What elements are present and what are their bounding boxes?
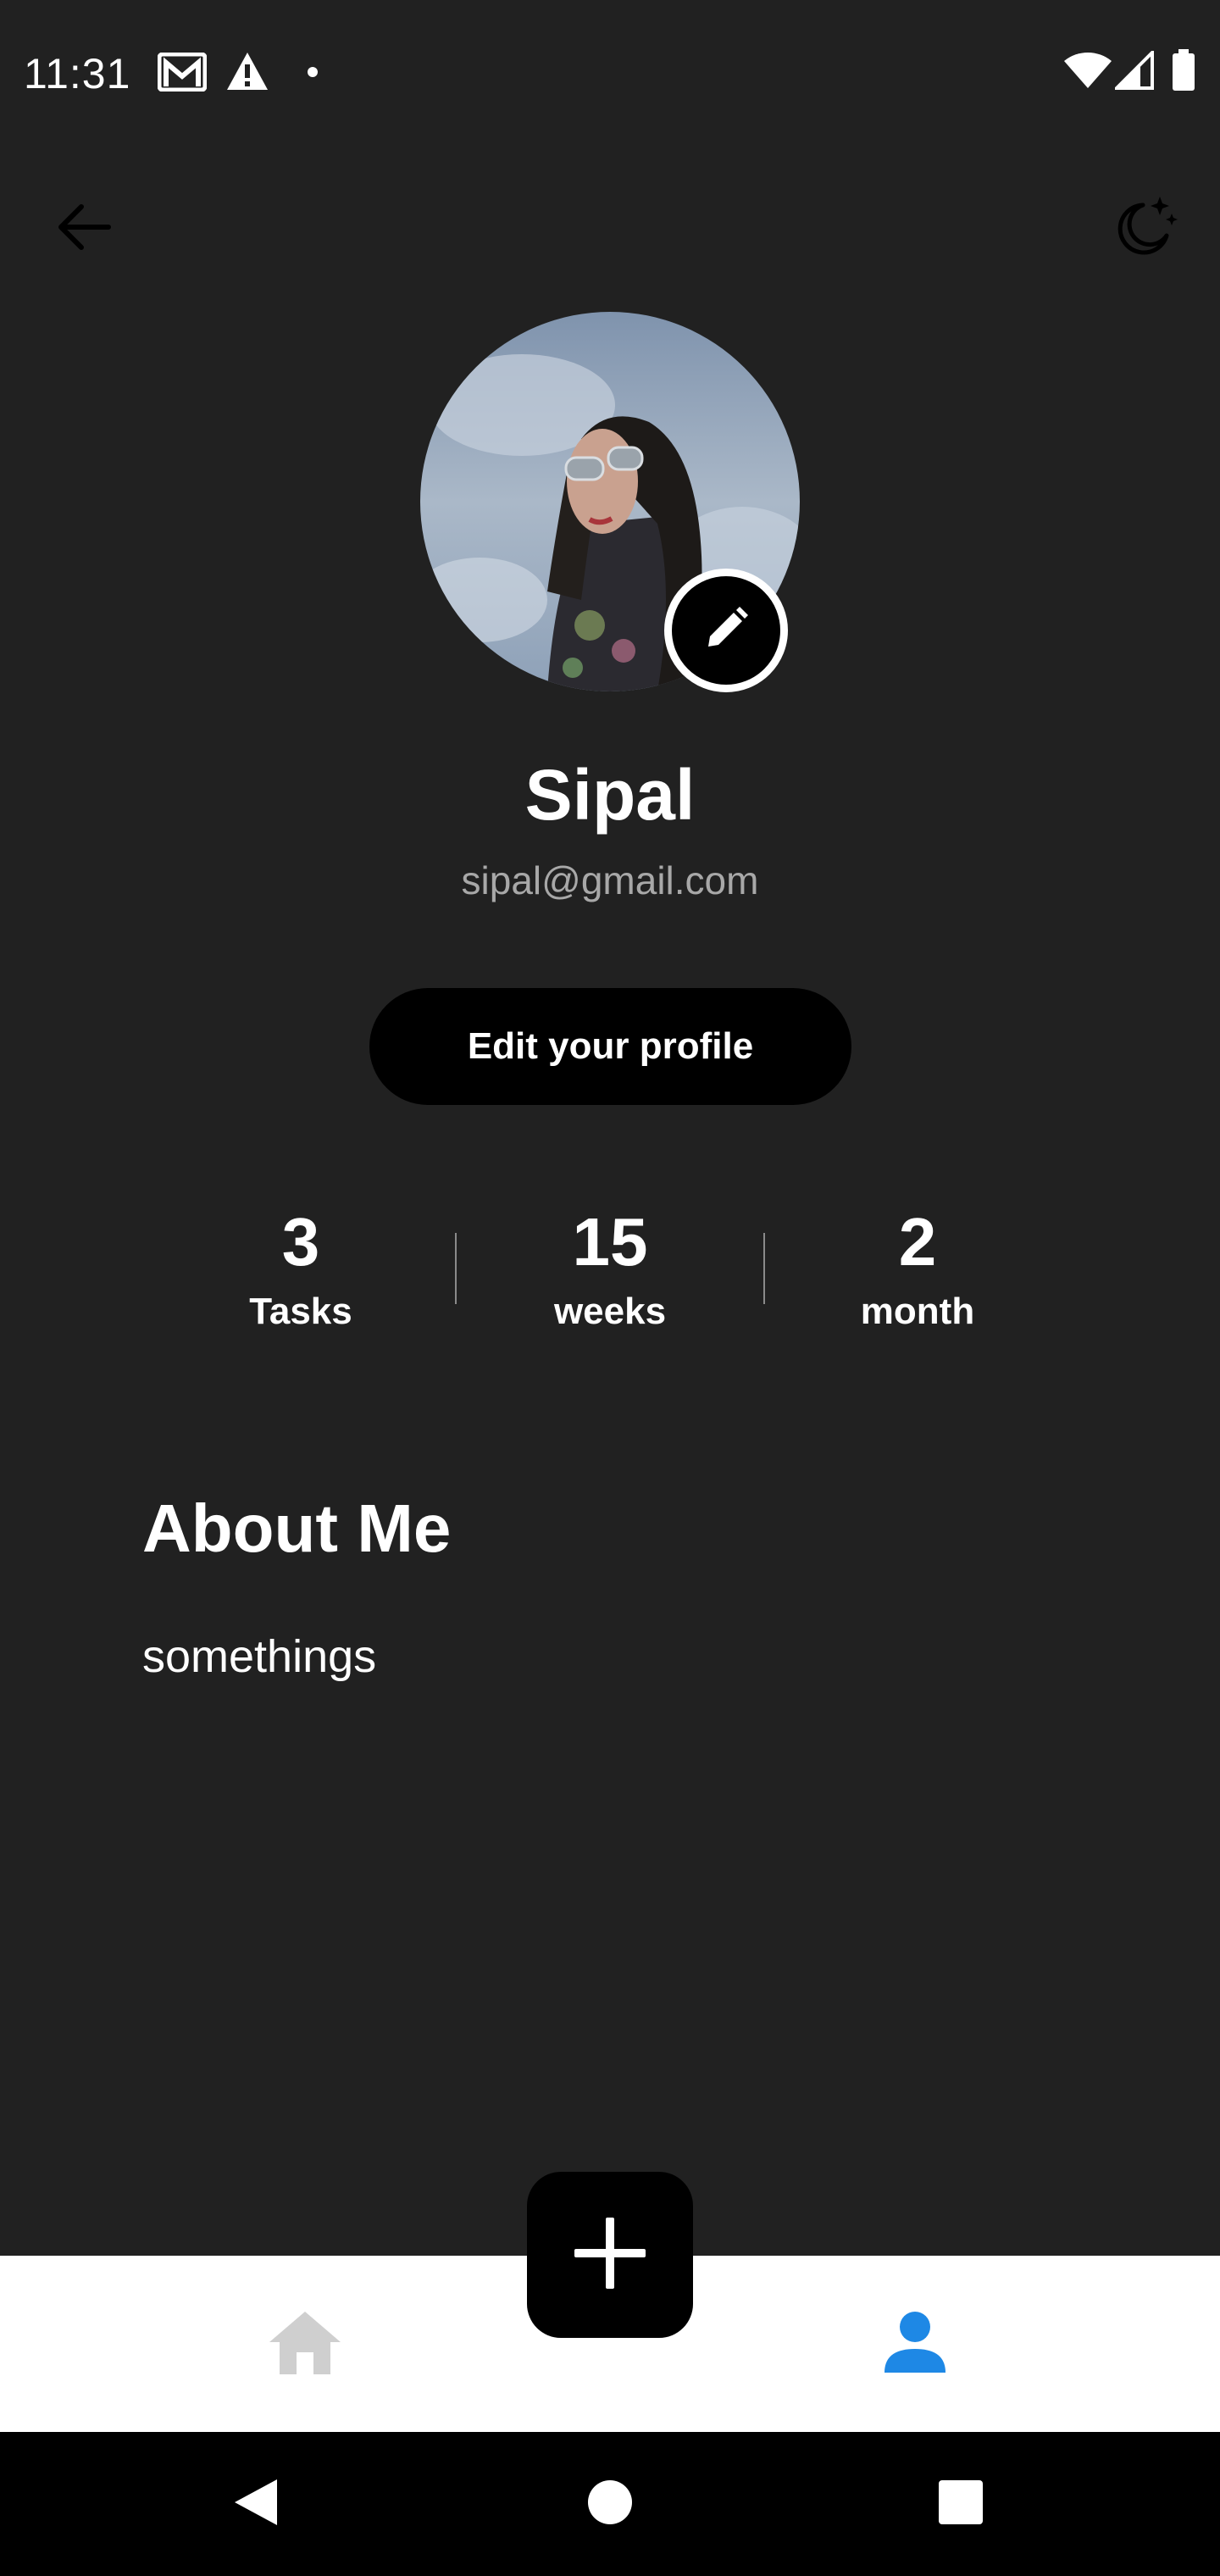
arrow-left-icon xyxy=(56,203,112,255)
theme-toggle-button[interactable] xyxy=(1098,182,1191,275)
back-button[interactable] xyxy=(37,182,130,275)
stat-label: Tasks xyxy=(249,1291,352,1332)
pencil-icon xyxy=(703,606,749,656)
recents-square-icon xyxy=(937,2479,984,2530)
stat-tasks: 3 Tasks xyxy=(174,1202,428,1335)
stat-value: 15 xyxy=(572,1204,648,1280)
profile-name: Sipal xyxy=(524,755,696,835)
stat-divider xyxy=(455,1233,457,1304)
signal-icon xyxy=(1112,48,1154,94)
profile-email: sipal@gmail.com xyxy=(461,858,759,902)
system-back-button[interactable] xyxy=(217,2466,293,2542)
home-icon xyxy=(266,2308,344,2380)
wifi-icon xyxy=(1062,51,1113,94)
plus-icon xyxy=(571,2214,649,2296)
system-home-button[interactable] xyxy=(572,2466,648,2542)
stat-divider xyxy=(763,1233,765,1304)
moon-stars-icon xyxy=(1111,193,1178,265)
nav-item-home[interactable] xyxy=(263,2301,347,2386)
person-icon xyxy=(881,2308,949,2380)
about-text: somethings xyxy=(142,1631,377,1682)
dot-icon xyxy=(307,66,319,82)
stat-weeks: 15 weeks xyxy=(483,1202,737,1335)
edit-profile-button[interactable]: Edit your profile xyxy=(369,988,851,1105)
nav-item-profile[interactable] xyxy=(873,2301,957,2386)
stat-label: month xyxy=(860,1291,975,1332)
warning-icon xyxy=(225,51,269,96)
battery-icon xyxy=(1171,49,1196,96)
stat-label: weeks xyxy=(553,1291,667,1332)
home-circle-icon xyxy=(586,2479,634,2530)
status-bar: 11:31 xyxy=(0,0,1220,144)
back-triangle-icon xyxy=(230,2476,280,2533)
system-recents-button[interactable] xyxy=(923,2466,999,2542)
status-time: 11:31 xyxy=(24,50,131,97)
edit-avatar-button[interactable] xyxy=(664,569,788,692)
gmail-icon xyxy=(157,52,208,96)
stat-value: 3 xyxy=(281,1204,320,1280)
about-title: About Me xyxy=(142,1491,452,1566)
stat-value: 2 xyxy=(898,1204,937,1280)
stat-month: 2 month xyxy=(790,1202,1045,1335)
add-task-button[interactable] xyxy=(527,2172,693,2338)
